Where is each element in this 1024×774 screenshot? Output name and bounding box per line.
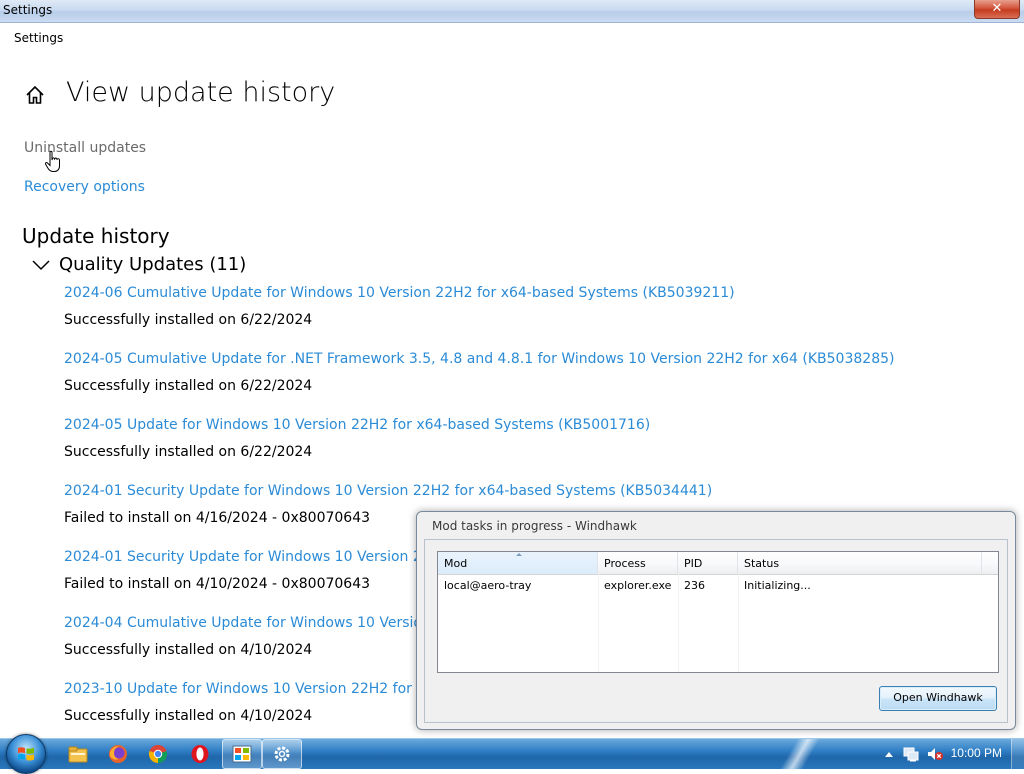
settings-icon [274,746,290,762]
update-status: Successfully installed on 6/22/2024 [64,444,313,460]
volume-muted-icon[interactable] [926,746,944,762]
cell-process: explorer.exe [604,579,672,592]
windows-explorer-icon [232,745,252,763]
open-windhawk-button[interactable]: Open Windhawk [879,686,997,711]
update-name-link[interactable]: 2024-05 Update for Windows 10 Version 22… [64,417,650,433]
home-icon[interactable] [24,84,46,106]
show-hidden-icons-icon[interactable] [884,750,894,758]
update-item: 2024-06 Cumulative Update for Windows 10… [64,284,1004,350]
update-name-link[interactable]: 2024-01 Security Update for Windows 10 V… [64,549,468,565]
cell-pid: 236 [684,579,705,592]
update-name-link[interactable]: 2024-04 Cumulative Update for Windows 10… [64,615,464,631]
window-titlebar[interactable]: Settings ✕ [0,0,1024,23]
window-title: Settings [3,3,53,17]
chrome-icon [148,745,168,763]
app-name: Settings [14,31,64,45]
chevron-down-icon [32,260,50,271]
uninstall-updates-link[interactable]: Uninstall updates [24,140,146,156]
opera-taskbar-button[interactable] [180,739,220,769]
clock[interactable]: 10:00 PM [951,746,1002,760]
column-status[interactable]: Status [738,552,982,574]
update-name-link[interactable]: 2024-06 Cumulative Update for Windows 10… [64,285,735,301]
update-item: 2024-05 Update for Windows 10 Version 22… [64,416,1004,482]
firefox-taskbar-button[interactable] [98,739,138,769]
file-explorer-icon [68,746,88,763]
dialog-body: Mod Process PID Status local@aero-tray e… [424,539,1008,723]
network-icon[interactable] [902,746,920,762]
show-desktop-button[interactable] [1011,739,1024,769]
chrome-taskbar-button[interactable] [138,739,178,769]
recovery-options-link[interactable]: Recovery options [24,179,145,195]
opera-icon [191,745,209,763]
update-name-link[interactable]: 2023-10 Update for Windows 10 Version 22… [64,681,465,697]
column-pid[interactable]: PID [678,552,738,574]
update-status: Successfully installed on 6/22/2024 [64,312,313,328]
update-history-heading: Update history [22,224,170,248]
list-header: Mod Process PID Status [438,552,998,575]
settings-taskbar-button[interactable] [262,739,302,769]
update-status: Failed to install on 4/16/2024 - 0x80070… [64,510,371,526]
mod-tasks-list[interactable]: Mod Process PID Status local@aero-tray e… [437,551,999,673]
firefox-icon [109,745,127,763]
update-status: Successfully installed on 4/10/2024 [64,708,313,724]
quality-updates-label: Quality Updates (11) [59,254,247,275]
file-explorer-taskbar-button[interactable] [58,739,98,769]
close-button[interactable]: ✕ [974,0,1020,19]
update-name-link[interactable]: 2024-01 Security Update for Windows 10 V… [64,483,712,499]
hand-cursor-icon [44,150,60,172]
dialog-title: Mod tasks in progress - Windhawk [432,519,637,533]
update-name-link[interactable]: 2024-05 Cumulative Update for .NET Frame… [64,351,894,367]
column-process[interactable]: Process [598,552,678,574]
windows-logo-icon [18,747,34,761]
windhawk-dialog: Mod tasks in progress - Windhawk Mod Pro… [416,511,1016,730]
update-status: Failed to install on 4/10/2024 - 0x80070… [64,576,371,592]
sort-ascending-icon [516,553,522,556]
windows-explorer-taskbar-button[interactable] [222,739,262,769]
page-title: View update history [66,77,336,108]
start-button[interactable] [6,734,46,774]
table-row[interactable]: local@aero-tray explorer.exe 236 Initial… [438,576,998,596]
system-tray: 10:00 PM [874,739,1024,769]
cell-status: Initializing... [744,579,811,592]
cell-mod: local@aero-tray [444,579,532,592]
update-item: 2024-05 Cumulative Update for .NET Frame… [64,350,1004,416]
taskbar-glare [780,739,820,769]
update-status: Successfully installed on 4/10/2024 [64,642,313,658]
update-status: Successfully installed on 6/22/2024 [64,378,313,394]
taskbar: 10:00 PM [0,734,1024,774]
